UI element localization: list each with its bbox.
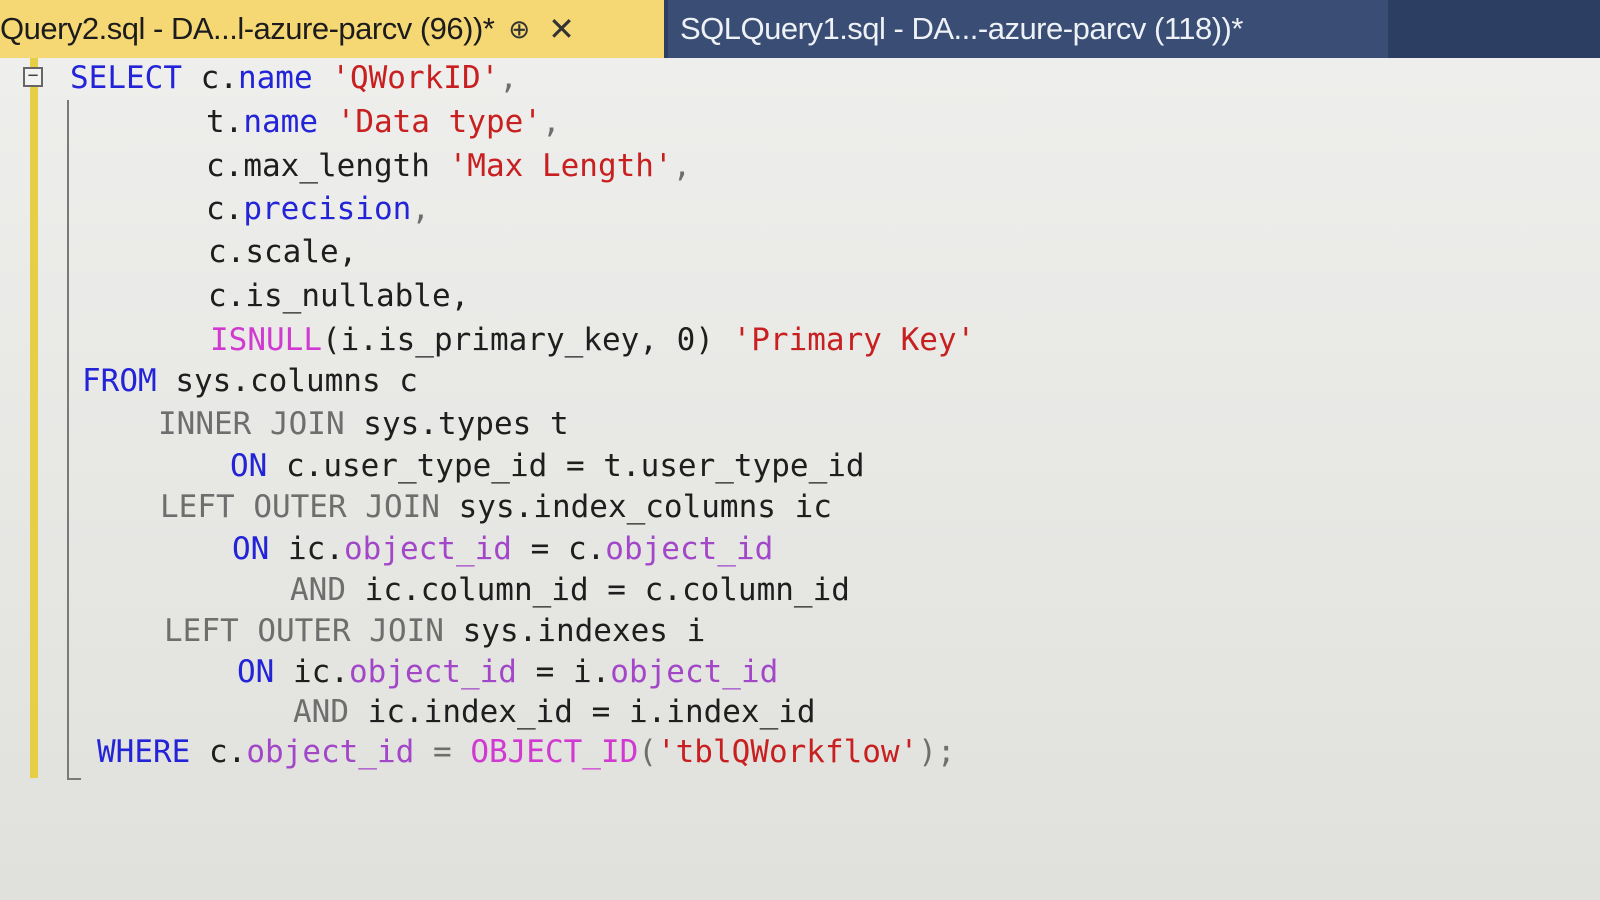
token-ident: t. — [206, 104, 244, 140]
code-line-17: WHERE c.object_id = OBJECT_ID('tblQWorkf… — [97, 734, 956, 770]
code-line-9: INNER JOIN sys.types t — [158, 406, 569, 442]
token-punct: , — [499, 60, 518, 96]
token-ident: = c. — [511, 531, 606, 567]
token-string: 'Primary Key' — [732, 322, 976, 358]
pin-icon[interactable]: ⊕ — [508, 14, 530, 45]
token-column: object_id — [348, 654, 517, 690]
code-line-2: t.name 'Data type', — [206, 104, 561, 140]
token-column: object_id — [246, 734, 415, 770]
token-punct: = — [414, 734, 471, 770]
token-keyword: ON — [232, 531, 270, 567]
code-line-8: FROM sys.columns c — [82, 363, 418, 399]
token-keyword: FROM — [82, 363, 157, 399]
token-column: object_id — [343, 531, 512, 567]
token-string: 'QWorkID' — [331, 60, 500, 96]
collapse-icon[interactable]: − — [23, 67, 43, 87]
token-ident: sys.types t — [344, 406, 569, 442]
code-line-5: c.scale, — [208, 234, 357, 270]
token-punct: , — [541, 104, 561, 140]
code-line-3: c.max_length 'Max Length', — [206, 148, 691, 184]
code-line-11: LEFT OUTER JOIN sys.index_columns ic — [160, 489, 832, 525]
code-line-15: ON ic.object_id = i.object_id — [237, 654, 778, 690]
token-ident: c.max_length — [206, 148, 430, 184]
token-punct: , — [672, 148, 692, 184]
token-ident: ic.index_id = i.index_id — [349, 694, 816, 730]
token-ident: c.user_type_id = t.user_type_id — [267, 448, 865, 484]
token-string: 'tblQWorkflow' — [656, 734, 919, 770]
token-keyword: ON — [230, 448, 268, 484]
token-string: 'Max Length' — [448, 148, 673, 184]
token-keyword: ON — [237, 654, 275, 690]
token-ident: sys.indexes i — [443, 613, 706, 649]
document-tab-bar: Query2.sql - DA...l-azure-parcv (96))* ⊕… — [0, 0, 1600, 58]
token-ident: c. — [206, 191, 244, 227]
token-ident: (i.is_primary_key, 0) — [321, 322, 714, 358]
outline-guide — [67, 100, 69, 780]
token-ident: c.scale, — [208, 234, 358, 270]
token-column: object_id — [610, 654, 779, 690]
code-line-1: SELECT c.name 'QWorkID', — [70, 60, 518, 96]
token-ident: c.is_nullable, — [208, 278, 470, 314]
outline-guide-end — [67, 778, 81, 780]
token-select: SELECT — [70, 60, 182, 96]
token-ident: c. — [190, 734, 247, 770]
token-punct: ); — [918, 734, 956, 770]
token-keyword: INNER JOIN — [158, 406, 345, 442]
tab-sqlquery1[interactable]: SQLQuery1.sql - DA...-azure-parcv (118))… — [668, 0, 1388, 58]
token-keyword: AND — [293, 694, 349, 730]
token-ident: = i. — [516, 654, 611, 690]
change-tracking-bar — [30, 58, 38, 778]
token-ident: name — [243, 104, 318, 140]
token-ident: ic.column_id = c.column_id — [346, 572, 850, 608]
token-column: object_id — [605, 531, 774, 567]
code-line-10: ON c.user_type_id = t.user_type_id — [230, 448, 865, 484]
code-line-13: AND ic.column_id = c.column_id — [290, 572, 850, 608]
code-line-4: c.precision, — [206, 191, 430, 227]
tab-query2[interactable]: Query2.sql - DA...l-azure-parcv (96))* ⊕… — [0, 0, 664, 58]
code-line-6: c.is_nullable, — [208, 278, 469, 314]
token-punct: , — [411, 191, 430, 227]
token-function: ISNULL — [210, 322, 322, 358]
token-keyword: precision — [243, 191, 412, 227]
token-keyword: WHERE — [97, 734, 191, 770]
code-line-12: ON ic.object_id = c.object_id — [232, 531, 773, 567]
token-ident: sys.columns c — [156, 363, 418, 399]
token-ident: ic. — [274, 654, 349, 690]
tab-sqlquery1-title: SQLQuery1.sql - DA...-azure-parcv (118))… — [680, 11, 1243, 46]
token-punct: ( — [638, 734, 657, 770]
code-line-16: AND ic.index_id = i.index_id — [293, 694, 816, 730]
token-ident: sys.index_columns ic — [439, 489, 832, 525]
token-ident: name — [237, 60, 313, 96]
token-keyword: LEFT OUTER JOIN — [164, 613, 444, 649]
tab-query2-title: Query2.sql - DA...l-azure-parcv (96))* — [0, 11, 495, 46]
close-icon[interactable]: ✕ — [548, 10, 575, 48]
token-function: OBJECT_ID — [470, 734, 639, 770]
token-ident: ic. — [269, 531, 344, 567]
token-keyword: LEFT OUTER JOIN — [160, 489, 440, 525]
token-ident: c. — [200, 60, 238, 96]
token-keyword: AND — [290, 572, 346, 608]
token-string: 'Data type' — [336, 104, 542, 140]
code-line-14: LEFT OUTER JOIN sys.indexes i — [164, 613, 705, 649]
code-line-7: ISNULL(i.is_primary_key, 0) 'Primary Key… — [210, 322, 975, 358]
